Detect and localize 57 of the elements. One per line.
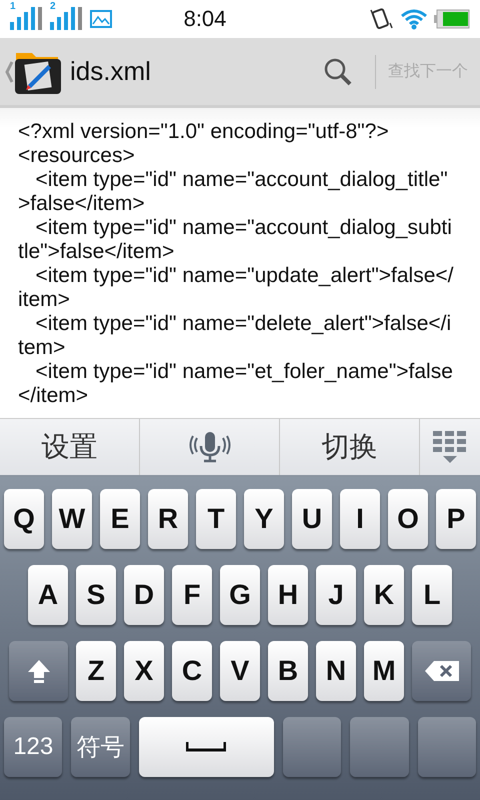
shift-key[interactable] bbox=[9, 641, 68, 701]
letter-key[interactable]: P bbox=[436, 489, 476, 549]
code-line: <item type="id" name="delete_alert">false</i bbox=[34, 312, 452, 336]
space-icon bbox=[186, 742, 226, 752]
letter-key[interactable]: X bbox=[124, 641, 164, 701]
letter-key[interactable]: L bbox=[412, 565, 452, 625]
letter-key[interactable]: O bbox=[388, 489, 428, 549]
function-key[interactable]: 符号 bbox=[71, 717, 130, 777]
letter-key[interactable]: C bbox=[172, 641, 212, 701]
backspace-icon bbox=[424, 660, 460, 682]
code-line: tle">false</item> bbox=[18, 240, 174, 264]
keyboard-hide-icon[interactable] bbox=[432, 429, 468, 465]
code-line: <item type="id" name="account_dialog_title" bbox=[34, 168, 448, 192]
battery-icon bbox=[434, 9, 470, 29]
letter-key[interactable]: I bbox=[340, 489, 380, 549]
letter-key[interactable]: Q bbox=[4, 489, 44, 549]
vibrate-icon bbox=[368, 6, 394, 32]
space-key[interactable] bbox=[138, 717, 274, 777]
code-line: </item> bbox=[18, 384, 88, 408]
image-icon bbox=[90, 9, 112, 29]
letter-key[interactable]: J bbox=[316, 565, 356, 625]
letter-key[interactable]: S bbox=[76, 565, 116, 625]
letter-key[interactable]: V bbox=[220, 641, 260, 701]
letter-key[interactable]: G bbox=[220, 565, 260, 625]
microphone-icon[interactable] bbox=[188, 430, 232, 464]
search-icon[interactable] bbox=[323, 56, 353, 86]
code-line: <item type="id" name="et_foler_name">false bbox=[34, 360, 453, 384]
letter-key[interactable]: N bbox=[316, 641, 356, 701]
backspace-key[interactable] bbox=[412, 641, 471, 701]
code-line: tem> bbox=[18, 336, 66, 360]
letter-key[interactable]: Y bbox=[244, 489, 284, 549]
clock-time: 8:04 bbox=[182, 6, 228, 32]
letter-key[interactable]: E bbox=[100, 489, 140, 549]
code-line: <resources> bbox=[18, 144, 135, 168]
file-name: ids.xml bbox=[70, 56, 152, 87]
candidate-option[interactable]: 切换 bbox=[322, 428, 378, 466]
letter-key[interactable]: R bbox=[148, 489, 188, 549]
letter-key[interactable]: M bbox=[364, 641, 404, 701]
letter-key[interactable]: W bbox=[52, 489, 92, 549]
letter-key[interactable]: F bbox=[172, 565, 212, 625]
letter-key[interactable]: H bbox=[268, 565, 308, 625]
letter-key[interactable]: B bbox=[268, 641, 308, 701]
letter-key[interactable]: Z bbox=[76, 641, 116, 701]
shift-icon bbox=[26, 658, 52, 684]
code-line: >false</item> bbox=[18, 192, 145, 216]
letter-key[interactable]: A bbox=[28, 565, 68, 625]
code-line: <?xml version="1.0" encoding="utf-8"?> bbox=[18, 120, 389, 144]
code-line: <item type="id" name="account_dialog_subti bbox=[34, 216, 452, 240]
wifi-icon bbox=[400, 8, 428, 30]
letter-key[interactable]: T bbox=[196, 489, 236, 549]
letter-key[interactable]: U bbox=[292, 489, 332, 549]
code-line: item> bbox=[18, 288, 70, 312]
letter-key[interactable]: D bbox=[124, 565, 164, 625]
letter-key[interactable]: K bbox=[364, 565, 404, 625]
code-line: <item type="id" name="update_alert">false</ bbox=[34, 264, 454, 288]
candidate-option[interactable]: 设置 bbox=[42, 428, 98, 466]
function-key[interactable]: 123 bbox=[4, 717, 62, 777]
